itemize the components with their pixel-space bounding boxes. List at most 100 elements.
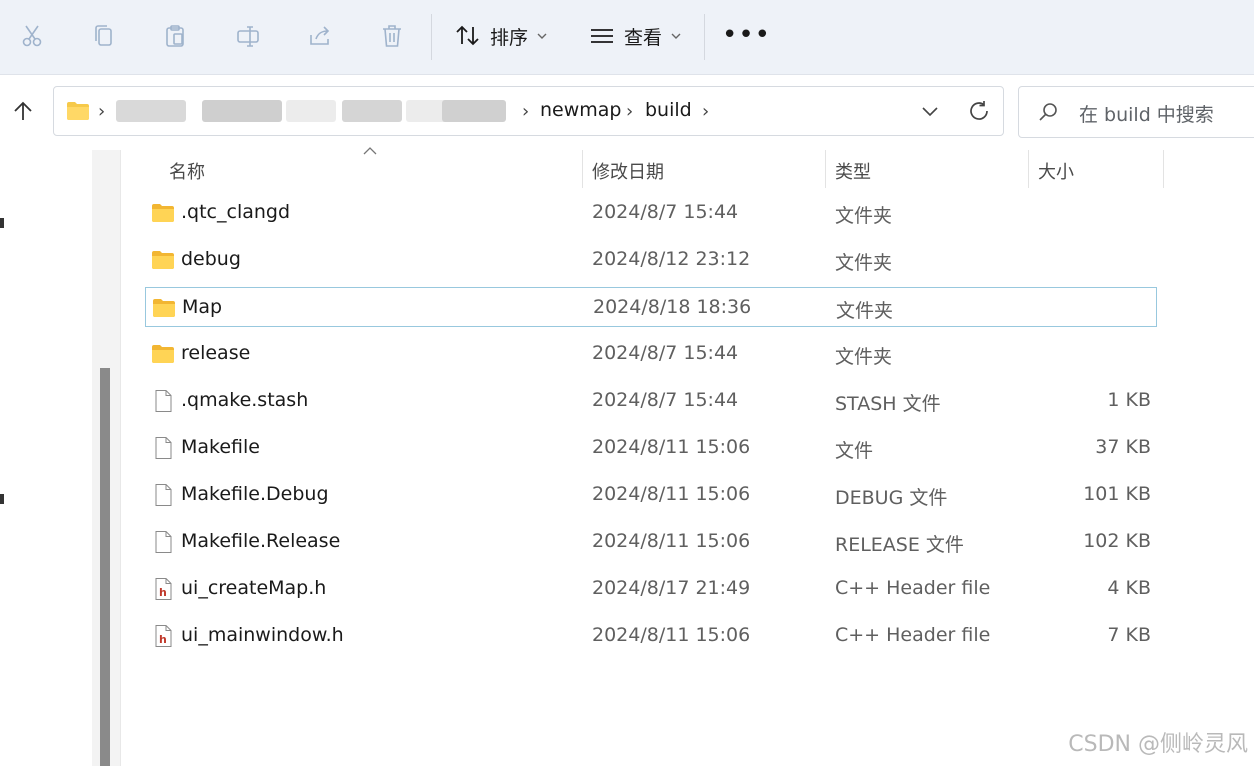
file-type: C++ Header file [835,624,991,646]
view-menu-button[interactable]: 查看 [588,18,682,54]
file-date: 2024/8/11 15:06 [592,530,751,552]
file-name: release [181,342,251,364]
file-type: 文件夹 [835,346,893,368]
arrow-up-icon [14,101,32,120]
redacted-path [342,100,402,122]
breadcrumb-separator: › [98,101,106,122]
nav-pane-text-fragment [0,218,4,228]
toolbar-divider [704,14,705,60]
redacted-path [202,100,282,122]
column-divider[interactable] [825,150,826,188]
file-row[interactable]: h ui_mainwindow.h 2024/8/11 15:06 C++ Heade… [145,616,1157,656]
view-label: 查看 [624,26,663,49]
sort-menu-button[interactable]: 排序 [454,18,548,54]
up-directory-button[interactable] [8,96,38,126]
search-icon [1039,103,1057,121]
svg-text:h: h [159,586,167,599]
file-name: debug [181,248,241,270]
file-name: Makefile.Debug [181,483,329,505]
chevron-down-icon [671,33,681,39]
file-row[interactable]: h ui_createMap.h 2024/8/17 21:49 C++ Header… [145,569,1157,609]
file-type: C++ Header file [835,577,991,599]
rename-icon[interactable] [230,18,266,54]
file-size: 102 KB [1083,530,1151,552]
file-row[interactable]: .qtc_clangd 2024/8/7 15:44 文件夹 [145,193,1157,233]
navigation-pane [0,150,92,766]
address-bar[interactable]: › › newmap › build › [53,86,1004,136]
file-type: 文件夹 [835,205,893,227]
column-header-date[interactable]: 修改日期 [592,158,664,184]
file-name: .qmake.stash [181,389,309,411]
column-header-name[interactable]: 名称 [169,158,205,184]
file-name: ui_mainwindow.h [181,624,344,646]
file-row[interactable]: Map 2024/8/18 18:36 文件夹 [145,287,1157,327]
file-type: DEBUG 文件 [835,487,948,509]
cut-icon[interactable] [14,18,50,54]
file-row[interactable]: debug 2024/8/12 23:12 文件夹 [145,240,1157,280]
paste-icon[interactable] [157,18,193,54]
view-icon [588,22,616,50]
file-size: 1 KB [1107,389,1151,411]
breadcrumb-newmap[interactable]: newmap [540,99,621,121]
file-row[interactable]: Makefile.Debug 2024/8/11 15:06 DEBUG 文件 101… [145,475,1157,515]
sort-label: 排序 [490,26,529,49]
watermark: CSDN @侧岭灵风 [1068,732,1248,757]
file-type: 文件 [835,440,874,462]
file-type: RELEASE 文件 [835,534,964,556]
file-type: 文件夹 [836,300,894,322]
file-row[interactable]: Makefile 2024/8/11 15:06 文件 37 KB [145,428,1157,468]
svg-text:h: h [159,633,167,646]
redacted-path [442,100,506,122]
file-type: STASH 文件 [835,393,941,415]
file-date: 2024/8/7 15:44 [592,342,739,364]
redacted-path [116,100,186,122]
refresh-icon [970,101,988,120]
redacted-path [286,100,336,122]
breadcrumb-separator: › [626,101,634,122]
file-size: 101 KB [1083,483,1151,505]
file-size: 37 KB [1095,436,1151,458]
delete-icon[interactable] [374,18,410,54]
breadcrumb-separator: › [522,101,530,122]
file-date: 2024/8/12 23:12 [592,248,751,270]
search-box[interactable]: 在 build 中搜索 [1018,86,1254,138]
file-name: .qtc_clangd [181,201,291,223]
more-options-button[interactable]: ••• [722,22,771,48]
breadcrumb-separator: › [702,101,710,122]
file-name: Map [182,296,223,318]
file-date: 2024/8/17 21:49 [592,577,751,599]
file-name: Makefile.Release [181,530,341,552]
search-placeholder: 在 build 中搜索 [1079,104,1214,126]
folder-icon [67,102,89,120]
column-header-type[interactable]: 类型 [835,158,871,184]
refresh-button[interactable] [964,96,994,126]
file-row[interactable]: .qmake.stash 2024/8/7 15:44 STASH 文件 1 KB [145,381,1157,421]
address-history-chevron-icon[interactable] [920,101,940,121]
file-row[interactable]: Makefile.Release 2024/8/11 15:06 RELEASE 文… [145,522,1157,562]
command-bar: 排序 查看 ••• [0,0,1254,75]
chevron-down-icon [537,33,547,39]
file-date: 2024/8/11 15:06 [592,483,751,505]
nav-pane-text-fragment [0,494,4,504]
share-icon[interactable] [302,18,338,54]
file-date: 2024/8/18 18:36 [593,296,752,318]
sort-icon [454,22,482,50]
file-type: 文件夹 [835,252,893,274]
file-date: 2024/8/7 15:44 [592,389,739,411]
column-divider[interactable] [1028,150,1029,188]
column-divider[interactable] [582,150,583,188]
file-name: ui_createMap.h [181,577,327,599]
file-date: 2024/8/7 15:44 [592,201,739,223]
sort-ascending-icon [363,147,377,155]
toolbar-divider [431,14,432,60]
file-name: Makefile [181,436,260,458]
file-date: 2024/8/11 15:06 [592,624,751,646]
copy-icon[interactable] [86,18,122,54]
file-size: 4 KB [1107,577,1151,599]
file-date: 2024/8/11 15:06 [592,436,751,458]
nav-scrollbar-thumb[interactable] [100,368,110,766]
column-divider[interactable] [1163,150,1164,188]
file-row[interactable]: release 2024/8/7 15:44 文件夹 [145,334,1157,374]
breadcrumb-build[interactable]: build [645,99,692,121]
column-header-size[interactable]: 大小 [1038,158,1074,184]
